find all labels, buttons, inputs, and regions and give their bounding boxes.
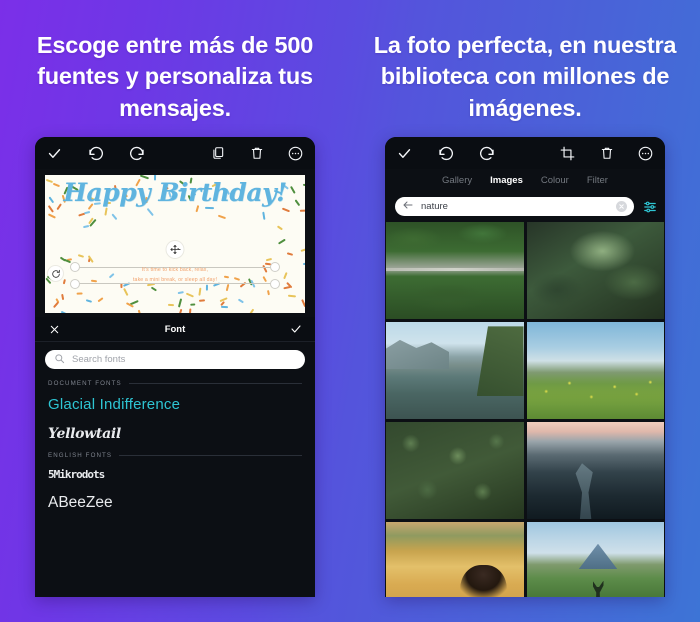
font-panel-title: Font <box>164 323 186 335</box>
design-canvas[interactable]: Happy Birthday! It's time to kick back, … <box>45 175 305 314</box>
clear-icon[interactable] <box>616 201 627 213</box>
font-item-glacial-indifference[interactable]: Glacial Indifference <box>48 389 302 419</box>
delete-icon[interactable] <box>248 145 265 162</box>
image-result-6[interactable] <box>526 422 664 520</box>
right-phone-mockup: Gallery Images Colour Filter nature <box>385 137 665 598</box>
canvas-subtitle-text[interactable]: It's time to kick back, relax, take a mi… <box>75 266 275 284</box>
image-search-value: nature <box>421 201 448 213</box>
photo-lake-dock <box>386 322 524 420</box>
search-icon <box>54 351 65 369</box>
image-result-7[interactable] <box>386 522 524 598</box>
image-results-grid[interactable] <box>385 222 665 598</box>
image-result-2[interactable] <box>526 222 664 320</box>
right-toolbar-left-group <box>396 145 495 162</box>
crop-icon[interactable] <box>559 145 576 162</box>
font-search-row: Search fonts <box>35 342 315 377</box>
image-result-8[interactable] <box>526 522 664 598</box>
font-item-5mikrodots[interactable]: 5Mikrodots <box>48 461 302 487</box>
delete-icon[interactable] <box>598 145 615 162</box>
confirm-icon[interactable] <box>396 145 413 162</box>
image-result-1[interactable] <box>386 222 524 320</box>
photo-autumn-field <box>386 522 524 598</box>
tab-colour[interactable]: Colour <box>541 175 569 186</box>
font-list[interactable]: DOCUMENT FONTS Glacial Indifference Yell… <box>35 376 315 598</box>
headline-right: La foto perfecta, en nuestra biblioteca … <box>373 32 677 121</box>
headline-row: Escoge entre más de 500 fuentes y person… <box>0 0 700 124</box>
undo-icon[interactable] <box>437 145 454 162</box>
search-fonts-placeholder: Search fonts <box>72 354 126 366</box>
photo-dewy-leaves <box>526 222 664 320</box>
tab-filter[interactable]: Filter <box>587 175 608 186</box>
left-editor-toolbar <box>35 137 315 170</box>
left-toolbar-right-group <box>209 145 304 162</box>
search-fonts-input[interactable]: Search fonts <box>45 350 305 370</box>
right-editor-toolbar <box>385 137 665 170</box>
tab-gallery[interactable]: Gallery <box>442 175 472 186</box>
redo-icon[interactable] <box>478 145 495 162</box>
photo-forest-road <box>386 222 524 320</box>
section-label-document-fonts: DOCUMENT FONTS <box>48 380 122 388</box>
redo-icon[interactable] <box>128 145 145 162</box>
right-toolbar-right-group <box>559 145 654 162</box>
image-search-row: nature <box>385 191 665 223</box>
phone-mockup-row: Happy Birthday! It's time to kick back, … <box>0 137 700 598</box>
sliders-filter-icon[interactable] <box>642 199 657 214</box>
more-options-icon[interactable] <box>637 145 654 162</box>
section-divider <box>119 455 302 457</box>
move-handle-icon[interactable] <box>166 241 184 259</box>
subtitle-selection-box[interactable]: It's time to kick back, relax, take a mi… <box>48 262 280 290</box>
image-result-4[interactable] <box>526 322 664 420</box>
more-options-icon[interactable] <box>287 145 304 162</box>
right-phone-column: Gallery Images Colour Filter nature <box>350 137 700 598</box>
photo-volcano-viewpoint <box>526 522 664 598</box>
left-phone-column: Happy Birthday! It's time to kick back, … <box>0 137 350 598</box>
headline-left: Escoge entre más de 500 fuentes y person… <box>36 32 314 121</box>
section-label-english-fonts: ENGLISH FONTS <box>48 452 113 460</box>
left-toolbar-left-group <box>46 145 145 162</box>
image-search-input[interactable]: nature <box>395 197 634 217</box>
media-tab-bar: Gallery Images Colour Filter <box>385 169 665 192</box>
back-arrow-icon[interactable] <box>402 198 414 216</box>
design-canvas-area[interactable]: Happy Birthday! It's time to kick back, … <box>35 169 315 318</box>
canvas-title-text[interactable]: Happy Birthday! <box>45 179 305 206</box>
section-header-document-fonts: DOCUMENT FONTS <box>48 380 302 387</box>
subtitle-line-2: take a mini break, or sleep all day! <box>132 276 218 283</box>
photo-clover-ground <box>386 422 524 520</box>
section-divider <box>128 383 302 385</box>
font-item-abeezee[interactable]: ABeeZee <box>48 487 302 518</box>
photo-wildflowers <box>526 322 664 420</box>
duplicate-icon[interactable] <box>209 145 226 162</box>
photo-misty-river <box>526 422 664 520</box>
section-header-english-fonts: ENGLISH FONTS <box>48 452 302 459</box>
confirm-icon[interactable] <box>46 145 63 162</box>
tab-images[interactable]: Images <box>490 175 523 186</box>
font-item-yellowtail[interactable]: Yellowtail <box>48 419 302 448</box>
font-panel-header: Font <box>35 317 315 343</box>
left-phone-mockup: Happy Birthday! It's time to kick back, … <box>35 137 315 598</box>
subtitle-line-1: It's time to kick back, relax, <box>141 267 209 274</box>
undo-icon[interactable] <box>87 145 104 162</box>
image-result-3[interactable] <box>386 322 524 420</box>
check-icon[interactable] <box>289 323 302 336</box>
close-icon[interactable] <box>48 323 61 336</box>
image-result-5[interactable] <box>386 422 524 520</box>
